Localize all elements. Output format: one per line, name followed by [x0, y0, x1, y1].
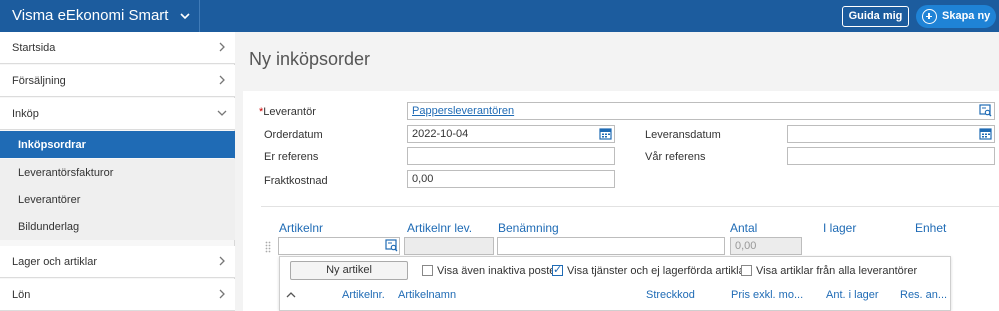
app-title: Visma eEkonomi Smart [12, 7, 169, 24]
order-date-field[interactable]: 2022-10-04 [407, 125, 615, 143]
show-inactive-label: Visa även inaktiva poster [437, 265, 560, 277]
sidebar-item-inkop[interactable]: Inköp [0, 98, 235, 130]
column-header-unit[interactable]: Enhet [915, 221, 946, 235]
popup-column-article-no[interactable]: Artikelnr. [342, 289, 385, 301]
order-form-panel: *Leverantör Pappersleverantören Orderdat… [243, 91, 999, 311]
drag-handle-icon[interactable] [265, 241, 271, 253]
chevron-down-icon [217, 110, 227, 116]
app-switcher[interactable]: Visma eEkonomi Smart [0, 0, 200, 32]
sidebar-item-label: Inköp [12, 108, 39, 120]
popup-column-barcode[interactable]: Streckkod [646, 289, 695, 301]
chevron-right-icon [219, 42, 225, 52]
sidebar-subitem-bildunderlag[interactable]: Bildunderlag [0, 213, 235, 240]
column-header-description[interactable]: Benämning [498, 221, 559, 235]
description-input[interactable] [497, 237, 725, 255]
sidebar-item-label: Lön [12, 289, 31, 301]
your-reference-field[interactable] [407, 147, 615, 165]
sidebar-subitem-leverantorer[interactable]: Leverantörer [0, 186, 235, 213]
chevron-down-icon [180, 13, 190, 20]
sidebar-subitem-label: Leverantörsfakturor [18, 167, 114, 179]
chevron-right-icon [219, 289, 225, 299]
plus-circle-icon [922, 9, 937, 24]
supplier-value: Pappersleverantören [412, 105, 515, 117]
freight-cost-field[interactable]: 0,00 [407, 170, 615, 188]
quantity-input[interactable]: 0,00 [730, 237, 802, 255]
popup-column-article-name[interactable]: Artikelnamn [398, 289, 456, 301]
supplier-label-text: Leverantör [263, 106, 316, 118]
sidebar-item-label: Lager och artiklar [12, 256, 97, 268]
sidebar-item-lon[interactable]: Lön [0, 279, 235, 311]
show-all-suppliers-label: Visa artiklar från alla leverantörer [756, 265, 918, 277]
order-date-value: 2022-10-04 [412, 128, 469, 140]
article-number-input[interactable] [278, 237, 400, 255]
show-services-label: Visa tjänster och ej lagerförda artiklar [567, 265, 749, 277]
sidebar-subitem-label: Inköpsordrar [18, 139, 86, 151]
column-header-in-stock[interactable]: I lager [823, 221, 856, 235]
sidebar-item-label: Startsida [12, 42, 56, 54]
main-content: Ny inköpsorder *Leverantör Papperslevera… [236, 32, 999, 311]
sidebar-subitem-label: Leverantörer [18, 194, 81, 206]
your-reference-label: Er referens [264, 151, 319, 163]
supplier-article-number-input[interactable] [404, 237, 494, 255]
popup-column-price[interactable]: Pris exkl. mo... [731, 289, 803, 301]
chevron-up-icon[interactable] [286, 291, 296, 299]
new-article-button[interactable]: Ny artikel [290, 261, 408, 280]
chevron-right-icon [219, 75, 225, 85]
top-bar: Visma eEkonomi Smart Guida mig Skapa ny [0, 0, 999, 32]
sidebar-subitem-leverantorsfakturor[interactable]: Leverantörsfakturor [0, 159, 235, 186]
show-all-suppliers-checkbox[interactable] [741, 265, 752, 276]
freight-cost-label: Fraktkostnad [264, 175, 328, 187]
sidebar: Startsida Försäljning Inköp Inköpsordrar… [0, 32, 235, 311]
supplier-field[interactable]: Pappersleverantören [407, 102, 995, 120]
column-header-article-no[interactable]: Artikelnr [279, 221, 323, 235]
order-date-label: Orderdatum [264, 129, 323, 141]
calendar-icon[interactable] [979, 127, 992, 140]
create-new-button[interactable]: Skapa ny [916, 5, 996, 28]
chevron-right-icon [219, 256, 225, 266]
supplier-label: *Leverantör [259, 106, 316, 118]
divider [261, 206, 999, 207]
delivery-date-field[interactable] [787, 125, 995, 143]
lookup-icon[interactable] [979, 104, 992, 117]
delivery-date-label: Leveransdatum [645, 129, 721, 141]
lookup-icon[interactable] [385, 239, 398, 252]
page-title: Ny inköpsorder [249, 49, 371, 69]
our-reference-label: Vår referens [645, 151, 706, 163]
quantity-placeholder: 0,00 [735, 240, 757, 252]
column-header-quantity[interactable]: Antal [730, 221, 757, 235]
sidebar-item-lager-och-artiklar[interactable]: Lager och artiklar [0, 246, 235, 278]
freight-cost-value: 0,00 [412, 173, 434, 185]
sidebar-subitem-label: Bildunderlag [18, 221, 80, 233]
calendar-icon[interactable] [599, 127, 612, 140]
show-services-checkbox[interactable] [552, 263, 563, 276]
sidebar-subitem-inkopsordrar[interactable]: Inköpsordrar [0, 131, 235, 158]
create-new-label: Skapa ny [942, 10, 991, 22]
show-inactive-checkbox[interactable] [422, 265, 433, 276]
column-header-supplier-article-no[interactable]: Artikelnr lev. [407, 221, 472, 235]
guide-me-button[interactable]: Guida mig [842, 6, 909, 27]
popup-column-reserved[interactable]: Res. an... [900, 289, 947, 301]
sidebar-item-forsaljning[interactable]: Försäljning [0, 65, 235, 97]
article-picker-popup: Ny artikel Visa även inaktiva poster Vis… [279, 256, 951, 311]
sidebar-item-label: Försäljning [12, 75, 66, 87]
popup-column-in-stock[interactable]: Ant. i lager [826, 289, 879, 301]
sidebar-item-startsida[interactable]: Startsida [0, 32, 235, 64]
our-reference-field[interactable] [787, 147, 995, 165]
